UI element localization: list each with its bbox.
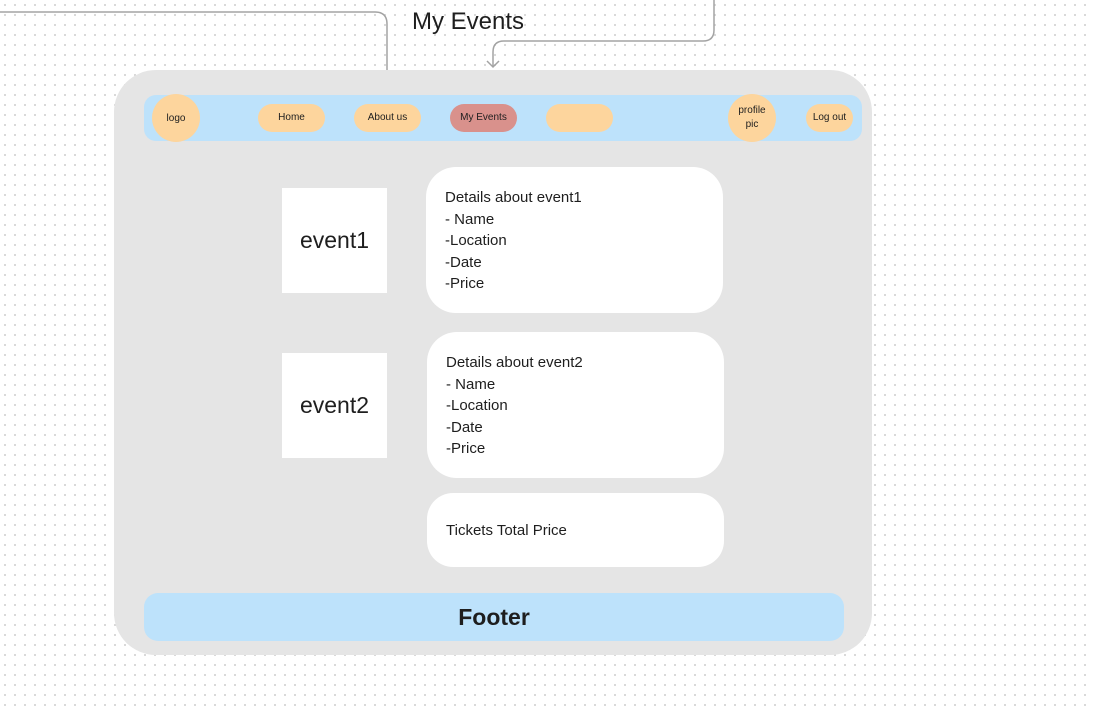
tickets-total-label: Tickets Total Price xyxy=(446,521,567,539)
event2-details-date: -Date xyxy=(446,418,483,436)
event2-details-location: -Location xyxy=(446,397,508,414)
profile-label-line2: pic xyxy=(745,119,759,130)
logo[interactable]: logo xyxy=(152,94,200,142)
logo-label: logo xyxy=(166,112,186,124)
event1-details-card: Details about event1 - Name -Location -D… xyxy=(426,167,723,313)
tickets-total-card: Tickets Total Price xyxy=(427,493,724,567)
nav-about-us-label: About us xyxy=(367,112,408,123)
arrow-down-icon xyxy=(486,60,500,69)
event1-details-name: - Name xyxy=(445,210,495,228)
profile-label-line1: profile xyxy=(738,105,766,116)
event1-thumbnail[interactable]: event1 xyxy=(282,188,387,293)
event1-details-price: -Price xyxy=(445,275,485,292)
nav-my-events-label: My Events xyxy=(460,112,507,123)
connector-my-events xyxy=(492,0,715,66)
event2-details-card: Details about event2 - Name -Location -D… xyxy=(427,332,724,478)
event2-thumb-label: event2 xyxy=(299,392,370,418)
event2-thumbnail[interactable]: event2 xyxy=(282,353,387,458)
nav-home-button[interactable]: Home xyxy=(258,104,325,132)
event1-thumb-label: event1 xyxy=(299,227,370,253)
event2-details-price: -Price xyxy=(446,440,486,457)
event1-details-location: -Location xyxy=(445,232,507,249)
nav-home-label: Home xyxy=(278,112,305,123)
logout-button[interactable]: Log out xyxy=(806,104,853,132)
nav-blank-button[interactable] xyxy=(546,104,613,132)
footer-label: Footer xyxy=(458,603,530,630)
event1-details-title: Details about event1 xyxy=(445,189,582,206)
profile-avatar[interactable]: profile pic xyxy=(728,94,776,142)
footer: Footer xyxy=(144,593,844,641)
event2-details-title: Details about event2 xyxy=(446,354,583,371)
event2-details-name: - Name xyxy=(446,375,496,393)
frame-title: My Events xyxy=(412,8,525,35)
event1-details-date: -Date xyxy=(445,253,482,271)
nav-about-us-button[interactable]: About us xyxy=(354,104,421,132)
logout-label: Log out xyxy=(812,112,847,123)
nav-my-events-button[interactable]: My Events xyxy=(450,104,517,132)
